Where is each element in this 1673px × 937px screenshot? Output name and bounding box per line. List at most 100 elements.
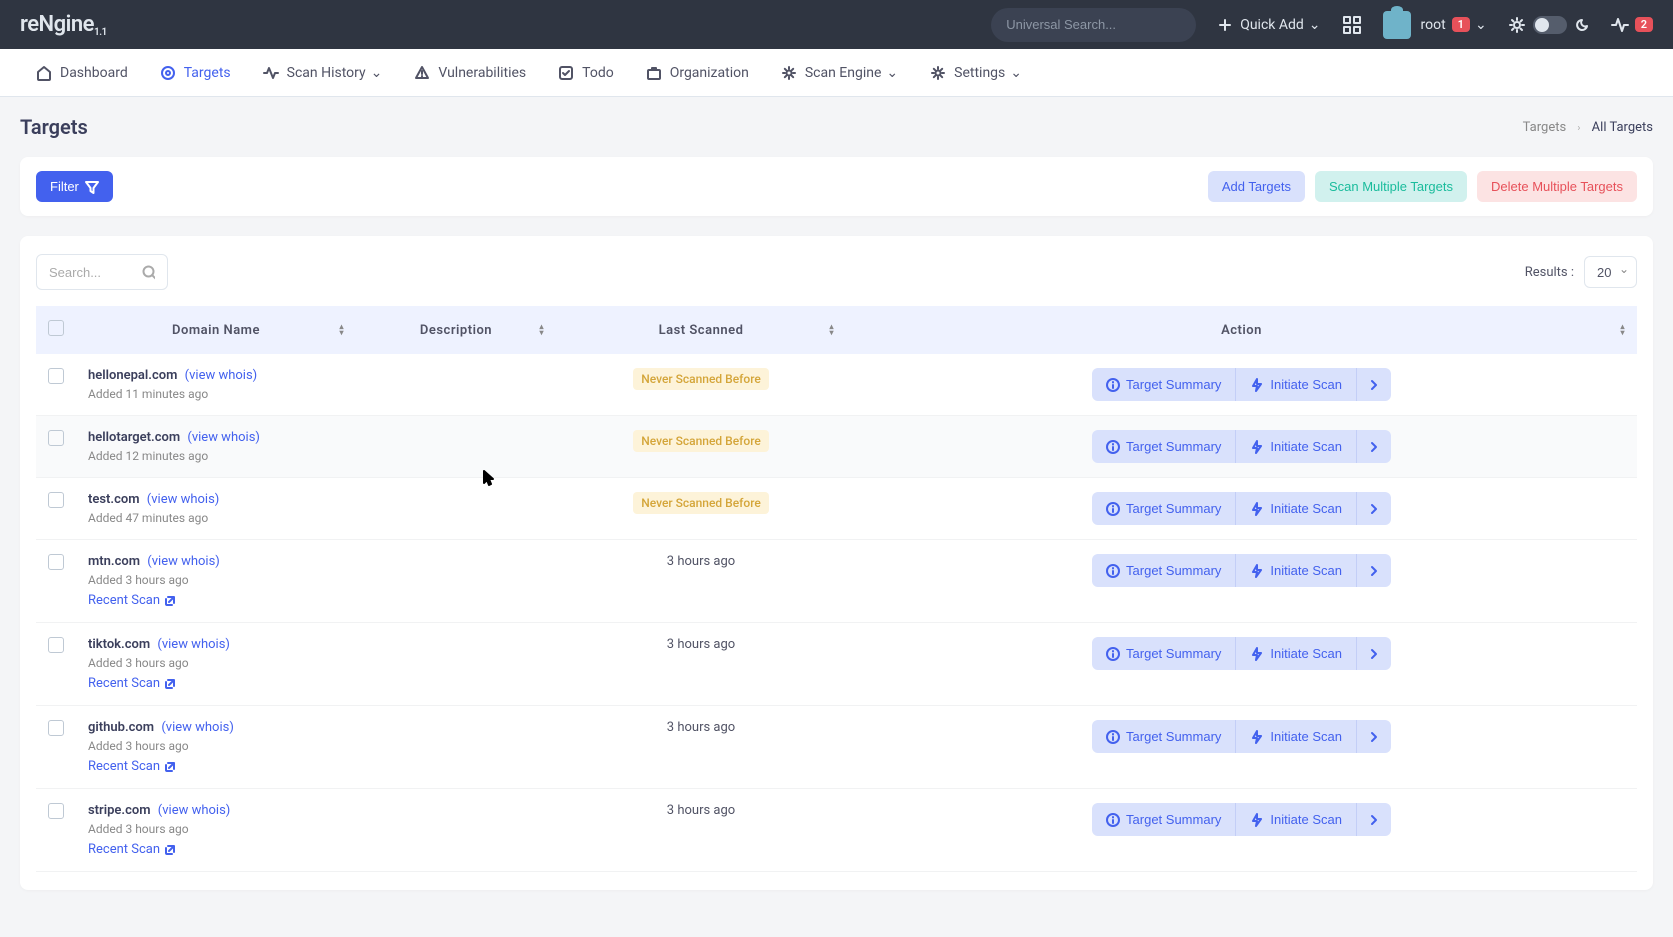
view-whois-link[interactable]: (view whois)	[161, 720, 234, 735]
row-checkbox[interactable]	[48, 803, 64, 819]
col-description[interactable]: Description▴▾	[356, 306, 556, 354]
select-all-checkbox[interactable]	[48, 320, 64, 336]
initiate-scan-button[interactable]: Initiate Scan	[1235, 492, 1357, 525]
nav-label: Organization	[670, 65, 749, 81]
chevron-right-icon	[1369, 564, 1379, 578]
chevron-right-icon	[1369, 813, 1379, 827]
toggle-track[interactable]	[1533, 16, 1567, 34]
target-summary-button[interactable]: Target Summary	[1092, 430, 1235, 463]
more-actions-button[interactable]	[1357, 492, 1391, 525]
nav-vulnerabilities[interactable]: Vulnerabilities	[398, 49, 542, 97]
target-summary-button[interactable]: Target Summary	[1092, 368, 1235, 401]
row-checkbox[interactable]	[48, 554, 64, 570]
app-header: reNgine1.1 Quick Add ⌄ root 1 ⌄ 2	[0, 0, 1673, 49]
initiate-scan-button[interactable]: Initiate Scan	[1235, 637, 1357, 670]
row-checkbox[interactable]	[48, 430, 64, 446]
view-whois-link[interactable]: (view whois)	[187, 430, 260, 445]
more-actions-button[interactable]	[1357, 430, 1391, 463]
description-cell	[356, 416, 556, 478]
initiate-scan-button[interactable]: Initiate Scan	[1235, 430, 1357, 463]
target-summary-button[interactable]: Target Summary	[1092, 720, 1235, 753]
view-whois-link[interactable]: (view whois)	[185, 368, 258, 383]
col-action[interactable]: Action▴▾	[846, 306, 1637, 354]
row-checkbox[interactable]	[48, 492, 64, 508]
row-checkbox[interactable]	[48, 720, 64, 736]
nav-label: Settings	[954, 65, 1005, 81]
nav-scan-history[interactable]: Scan History ⌄	[247, 49, 399, 97]
app-logo[interactable]: reNgine1.1	[20, 12, 107, 37]
theme-toggle[interactable]	[1509, 16, 1589, 34]
initiate-scan-button[interactable]: Initiate Scan	[1235, 803, 1357, 836]
table-controls: Results : 20	[36, 254, 1637, 290]
universal-search[interactable]	[991, 8, 1196, 42]
zap-icon	[1250, 813, 1264, 827]
page-header: Targets Targets › All Targets	[0, 97, 1673, 157]
universal-search-input[interactable]	[1006, 17, 1182, 32]
scan-multiple-button[interactable]: Scan Multiple Targets	[1315, 171, 1467, 202]
initiate-scan-button[interactable]: Initiate Scan	[1235, 368, 1357, 401]
plus-icon	[1218, 18, 1232, 32]
col-last-scanned[interactable]: Last Scanned▴▾	[556, 306, 846, 354]
chevron-right-icon	[1369, 440, 1379, 454]
table-search-input[interactable]	[49, 265, 142, 280]
target-summary-button[interactable]: Target Summary	[1092, 637, 1235, 670]
add-targets-button[interactable]: Add Targets	[1208, 171, 1305, 202]
chevron-right-icon	[1369, 647, 1379, 661]
added-timestamp: Added 47 minutes ago	[88, 511, 344, 525]
targets-table-panel: Results : 20 Domain Name▴▾ Description▴▾…	[20, 236, 1653, 890]
activity-icon	[1611, 16, 1629, 34]
target-summary-button[interactable]: Target Summary	[1092, 803, 1235, 836]
nav-dashboard[interactable]: Dashboard	[20, 49, 144, 97]
view-whois-link[interactable]: (view whois)	[147, 492, 220, 507]
quick-add-menu[interactable]: Quick Add ⌄	[1218, 17, 1320, 33]
nav-todo[interactable]: Todo	[542, 49, 630, 97]
initiate-scan-button[interactable]: Initiate Scan	[1235, 720, 1357, 753]
alerts-button[interactable]: 2	[1611, 16, 1653, 34]
apps-grid-button[interactable]	[1343, 16, 1361, 34]
added-timestamp: Added 11 minutes ago	[88, 387, 344, 401]
more-actions-button[interactable]	[1357, 637, 1391, 670]
recent-scan-link[interactable]: Recent Scan	[88, 676, 176, 691]
target-summary-button[interactable]: Target Summary	[1092, 492, 1235, 525]
more-actions-button[interactable]	[1357, 720, 1391, 753]
description-cell	[356, 706, 556, 789]
table-row: mtn.com (view whois) Added 3 hours ago R…	[36, 540, 1637, 623]
domain-name: tiktok.com	[88, 637, 150, 652]
action-group: Target Summary Initiate Scan	[1092, 637, 1391, 670]
info-icon	[1106, 813, 1120, 827]
delete-multiple-button[interactable]: Delete Multiple Targets	[1477, 171, 1637, 202]
row-checkbox[interactable]	[48, 368, 64, 384]
target-summary-button[interactable]: Target Summary	[1092, 554, 1235, 587]
table-row: hellonepal.com (view whois) Added 11 min…	[36, 354, 1637, 416]
results-select[interactable]: 20	[1584, 256, 1637, 288]
user-menu[interactable]: root 1 ⌄	[1383, 11, 1487, 39]
filter-button[interactable]: Filter	[36, 171, 113, 202]
view-whois-link[interactable]: (view whois)	[158, 803, 231, 818]
nav-organization[interactable]: Organization	[630, 49, 765, 97]
domain-name: test.com	[88, 492, 140, 507]
view-whois-link[interactable]: (view whois)	[157, 637, 230, 652]
more-actions-button[interactable]	[1357, 803, 1391, 836]
view-whois-link[interactable]: (view whois)	[147, 554, 220, 569]
chevron-down-icon: ⌄	[886, 65, 898, 81]
row-checkbox[interactable]	[48, 637, 64, 653]
table-row: tiktok.com (view whois) Added 3 hours ag…	[36, 623, 1637, 706]
breadcrumb-root[interactable]: Targets	[1523, 120, 1567, 135]
recent-scan-link[interactable]: Recent Scan	[88, 842, 176, 857]
home-icon	[36, 65, 52, 81]
cursor-icon	[483, 470, 495, 486]
recent-scan-link[interactable]: Recent Scan	[88, 593, 176, 608]
col-domain[interactable]: Domain Name▴▾	[76, 306, 356, 354]
more-actions-button[interactable]	[1357, 554, 1391, 587]
recent-scan-link[interactable]: Recent Scan	[88, 759, 176, 774]
action-group: Target Summary Initiate Scan	[1092, 430, 1391, 463]
nav-settings[interactable]: Settings ⌄	[914, 49, 1038, 97]
table-search[interactable]	[36, 254, 168, 290]
initiate-scan-button[interactable]: Initiate Scan	[1235, 554, 1357, 587]
nav-targets[interactable]: Targets	[144, 49, 247, 97]
nav-scan-engine[interactable]: Scan Engine ⌄	[765, 49, 914, 97]
page-title: Targets	[20, 115, 88, 139]
chevron-right-icon	[1369, 502, 1379, 516]
more-actions-button[interactable]	[1357, 368, 1391, 401]
zap-icon	[1250, 730, 1264, 744]
